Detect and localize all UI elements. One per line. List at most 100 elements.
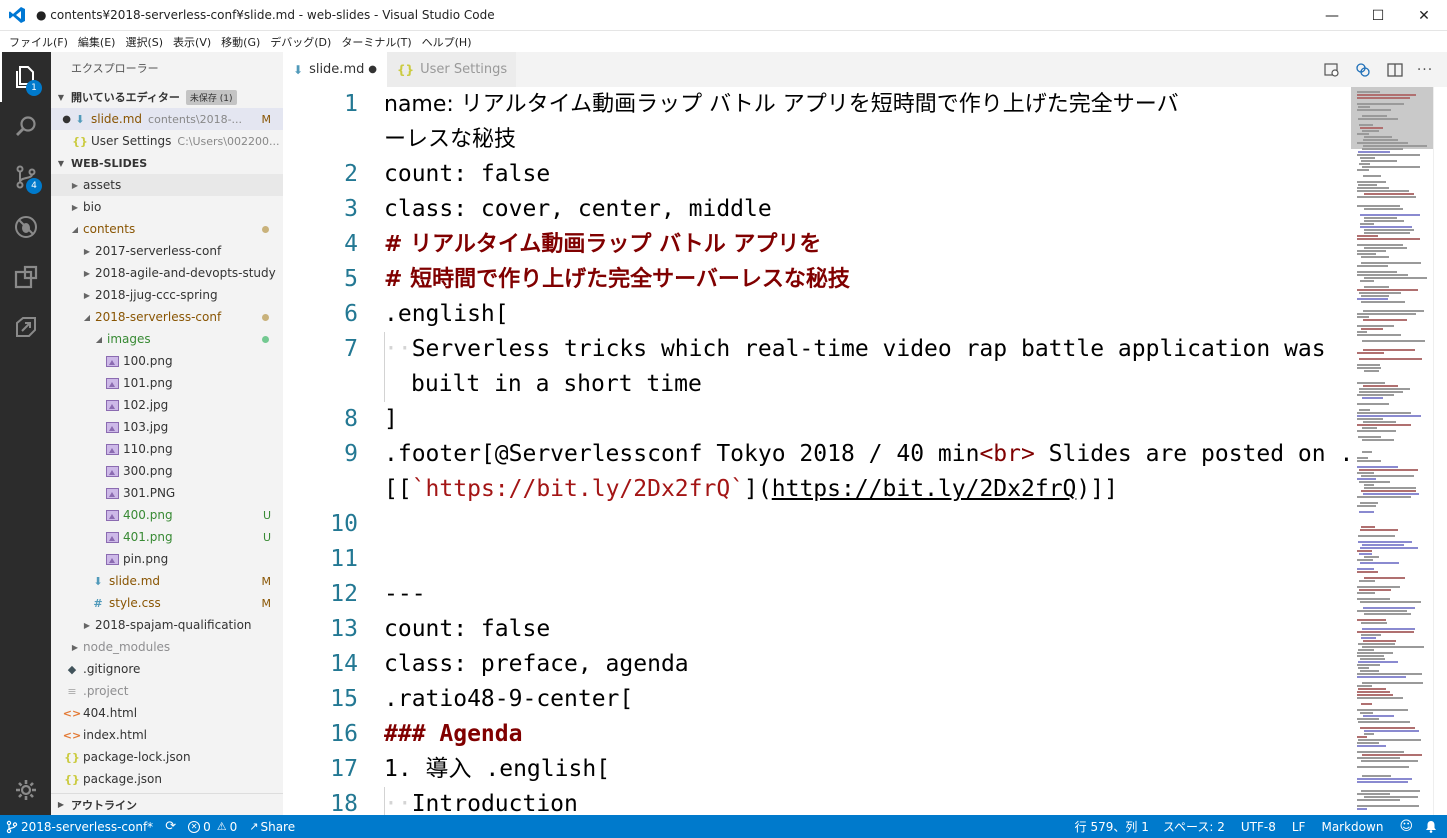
tree-file-package-json[interactable]: {} package.json xyxy=(51,768,283,790)
tree-file-slide-md[interactable]: ⬇ slide.md M xyxy=(51,570,283,592)
open-editors-header[interactable]: ▼ 開いているエディター 未保存 (1) xyxy=(51,86,283,108)
tree-file-300-png[interactable]: 300.png xyxy=(51,460,283,482)
tab-slide-md[interactable]: ⬇ slide.md ● xyxy=(283,52,387,87)
minimap-line xyxy=(1357,778,1412,780)
outline-header[interactable]: ▶ アウトライン xyxy=(51,793,283,815)
share-status[interactable]: ↗ Share xyxy=(243,820,301,834)
image-file-icon xyxy=(103,509,121,521)
dirty-indicator[interactable]: ● xyxy=(368,64,377,75)
tree-file-100-png[interactable]: 100.png xyxy=(51,350,283,372)
workspace-header[interactable]: ▼ WEB-SLIDES xyxy=(51,152,283,174)
tree-folder-contents[interactable]: ◢ contents xyxy=(51,218,283,240)
menu-debug[interactable]: デバッグ(D) xyxy=(265,34,336,50)
language-mode[interactable]: Markdown xyxy=(1313,820,1391,834)
code-line: .ratio48-9-center[ xyxy=(384,686,634,712)
tree-file-style-css[interactable]: # style.css M xyxy=(51,592,283,614)
extensions-activity[interactable] xyxy=(0,252,51,302)
minimap-line xyxy=(1364,220,1404,222)
tree-file-400-png[interactable]: 400.png U xyxy=(51,504,283,526)
open-changes-icon[interactable] xyxy=(1353,60,1373,80)
editor-tab-bar: ⬇ slide.md ● {} User Settings ··· xyxy=(283,52,1447,87)
explorer-activity[interactable]: 1 xyxy=(0,52,51,102)
minimize-button[interactable]: — xyxy=(1309,0,1355,31)
line-number: 10 xyxy=(330,511,358,537)
minimap-line xyxy=(1357,466,1398,468)
tree-folder-2017-serverless-conf[interactable]: ▶ 2017-serverless-conf xyxy=(51,240,283,262)
source-control-activity[interactable]: 4 xyxy=(0,152,51,202)
minimap-line xyxy=(1357,103,1404,105)
tree-file-103-jpg[interactable]: 103.jpg xyxy=(51,416,283,438)
tree-file-101-png[interactable]: 101.png xyxy=(51,372,283,394)
menu-file[interactable]: ファイル(F) xyxy=(4,34,73,50)
menu-terminal[interactable]: ターミナル(T) xyxy=(336,34,416,50)
split-editor-icon[interactable] xyxy=(1385,60,1405,80)
tree-file-index-html[interactable]: <> index.html xyxy=(51,724,283,746)
menu-edit[interactable]: 編集(E) xyxy=(73,34,121,50)
chevron-down-icon: ◢ xyxy=(83,312,91,322)
tree-file-gitignore[interactable]: ◆ .gitignore xyxy=(51,658,283,680)
code-line-heading: ### Agenda xyxy=(384,721,523,747)
file-label: 101.png xyxy=(123,376,173,390)
git-decoration: U xyxy=(262,530,271,544)
minimap[interactable] xyxy=(1351,87,1433,815)
close-button[interactable]: ✕ xyxy=(1401,0,1447,31)
tree-file-404-html[interactable]: <> 404.html xyxy=(51,702,283,724)
notifications-status[interactable] xyxy=(1421,820,1447,833)
folder-label: 2018-agile-and-devopts-study xyxy=(95,266,276,280)
minimap-line xyxy=(1357,718,1379,720)
cursor-position[interactable]: 行 579、列 1 xyxy=(1069,818,1155,835)
eol-status[interactable]: LF xyxy=(1284,820,1314,834)
tree-file-pin-png[interactable]: pin.png xyxy=(51,548,283,570)
tree-file-102-jpg[interactable]: 102.jpg xyxy=(51,394,283,416)
minimap-line xyxy=(1359,409,1370,411)
tree-folder-2018-jjug[interactable]: ▶ 2018-jjug-ccc-spring xyxy=(51,284,283,306)
minimap-line xyxy=(1357,559,1373,561)
vscode-logo-icon xyxy=(6,4,28,26)
open-preview-side-icon[interactable] xyxy=(1322,60,1342,80)
code-line: count: false xyxy=(384,161,551,187)
more-actions-icon[interactable]: ··· xyxy=(1415,60,1435,80)
remote-activity[interactable] xyxy=(0,302,51,352)
open-editor-slide-md[interactable]: ● ⬇ slide.md contents\2018-... M xyxy=(51,108,283,130)
minimap-line xyxy=(1357,652,1393,654)
html-brackets-icon: <> xyxy=(62,706,82,720)
git-branch-status[interactable]: 2018-serverless-conf* xyxy=(0,820,159,834)
code-link[interactable]: https://bit.ly/2Dx2frQ xyxy=(772,476,1077,502)
tree-file-project[interactable]: ≡ .project xyxy=(51,680,283,702)
settings-activity[interactable] xyxy=(0,765,51,815)
menu-go[interactable]: 移動(G) xyxy=(216,34,265,50)
tree-folder-assets[interactable]: ▶ assets xyxy=(51,174,283,196)
debug-activity[interactable] xyxy=(0,202,51,252)
minimap-line xyxy=(1357,736,1367,738)
chevron-right-icon: ▶ xyxy=(71,180,79,190)
tree-folder-2018-spajam[interactable]: ▶ 2018-spajam-qualification xyxy=(51,614,283,636)
code-text: Introduction xyxy=(411,791,578,815)
problems-status[interactable]: ✕ 0 ⚠ 0 xyxy=(182,820,243,834)
search-activity[interactable] xyxy=(0,102,51,152)
tree-file-package-lock-json[interactable]: {} package-lock.json xyxy=(51,746,283,768)
tree-file-301-png[interactable]: 301.PNG xyxy=(51,482,283,504)
tree-folder-node-modules[interactable]: ▶ node_modules xyxy=(51,636,283,658)
code-editor[interactable]: 1 2 3 4 5 6 7 8 9 10 11 12 13 14 15 16 1… xyxy=(283,87,1351,815)
open-editor-user-settings[interactable]: {} User Settings C:\Users\002200... xyxy=(51,130,283,152)
encoding-status[interactable]: UTF-8 xyxy=(1233,820,1284,834)
tree-file-401-png[interactable]: 401.png U xyxy=(51,526,283,548)
maximize-button[interactable]: ☐ xyxy=(1355,0,1401,31)
tree-folder-2018-serverless-conf[interactable]: ◢ 2018-serverless-conf xyxy=(51,306,283,328)
menu-view[interactable]: 表示(V) xyxy=(168,34,216,50)
tree-folder-images[interactable]: ◢ images xyxy=(51,328,283,350)
warning-count: 0 xyxy=(229,819,238,834)
code-line: name: リアルタイム動画ラップ バトル アプリを短時間で作り上げた完全サーバ xyxy=(384,92,1179,117)
menu-selection[interactable]: 選択(S) xyxy=(120,34,168,50)
sync-status[interactable]: ⟳ xyxy=(159,819,182,834)
tree-folder-2018-agile[interactable]: ▶ 2018-agile-and-devopts-study xyxy=(51,262,283,284)
tree-file-110-png[interactable]: 110.png xyxy=(51,438,283,460)
tab-user-settings[interactable]: {} User Settings xyxy=(387,52,517,87)
minimap-line xyxy=(1362,130,1379,132)
minimap-line xyxy=(1360,280,1374,282)
feedback-status[interactable]: ☺ xyxy=(1391,819,1421,834)
indentation-status[interactable]: スペース: 2 xyxy=(1155,818,1233,835)
editor-scrollbar[interactable] xyxy=(1433,87,1447,815)
tree-folder-bio[interactable]: ▶ bio xyxy=(51,196,283,218)
menu-help[interactable]: ヘルプ(H) xyxy=(417,34,477,50)
